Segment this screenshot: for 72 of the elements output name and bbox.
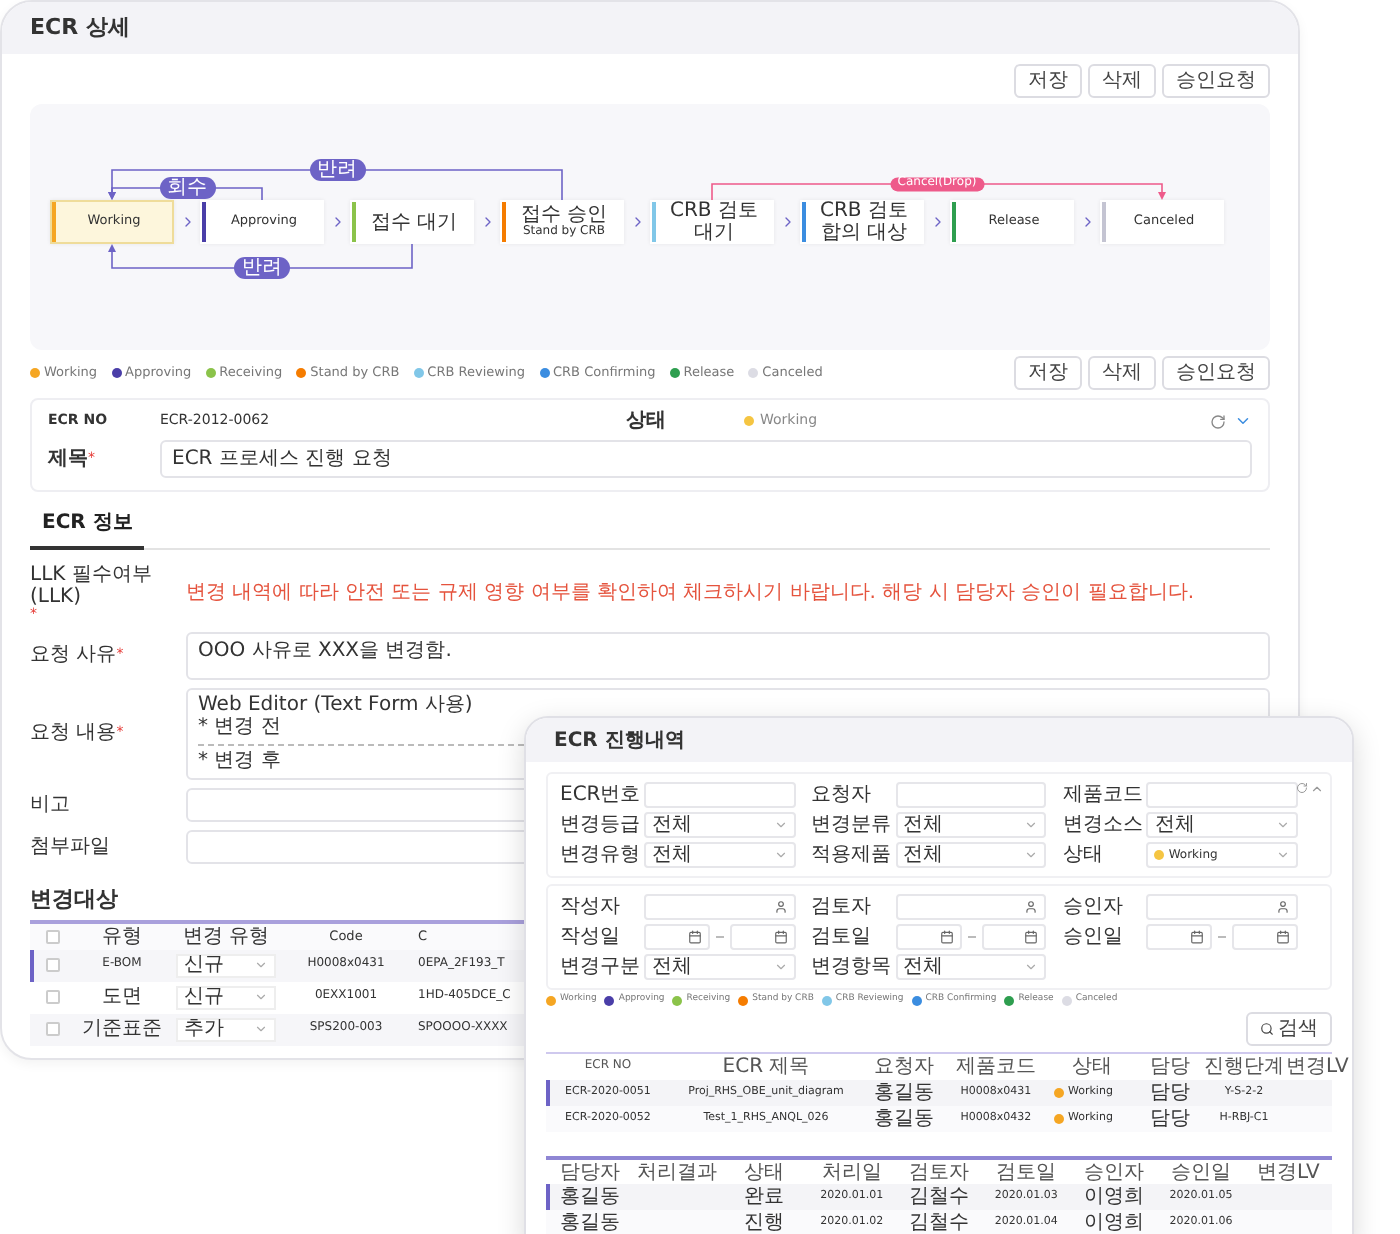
filter-label: 변경유형 — [560, 844, 640, 866]
filter-label: 변경항목 — [811, 956, 892, 978]
filter-label: 작성일 — [560, 926, 620, 948]
column-header: 처리결과 — [636, 1161, 717, 1183]
column-header: ECR 제목 — [722, 1056, 810, 1078]
field-label: 첨부파일 — [30, 835, 110, 858]
table-cell: 완료 — [744, 1186, 785, 1208]
filter-label: 검토자 — [811, 896, 872, 918]
table-cell: 도면 — [102, 986, 142, 1009]
filter-label: 검토일 — [811, 926, 872, 948]
link-label: 반려 — [309, 159, 365, 181]
column-header: 상태 — [1072, 1056, 1112, 1078]
filter-label: 변경소스 — [1062, 814, 1143, 836]
window-title: ECR 진행내역 — [554, 729, 685, 751]
node-label: 접수 대기 — [370, 211, 458, 233]
field-label: 상태 — [626, 410, 666, 432]
field-label: 제목 — [48, 448, 88, 470]
filter-label: 상태 — [1062, 844, 1103, 866]
table-cell: 담당 — [1150, 1108, 1190, 1130]
link-label: 반려 — [234, 257, 290, 279]
table-cell: 기준표준 — [82, 1018, 162, 1041]
column-header: 변경LV — [1257, 1161, 1320, 1183]
editor-line: Web Editor (Text Form 사용) — [198, 695, 473, 716]
column-header: 승인자 — [1083, 1161, 1144, 1183]
column-header: 변경 유형 — [182, 925, 270, 948]
filter-label: 작성자 — [560, 896, 620, 918]
filter-label: 변경등급 — [560, 814, 640, 836]
column-header: 담당자 — [559, 1161, 620, 1183]
column-header: 승인일 — [1170, 1161, 1231, 1183]
column-header: 유형 — [102, 925, 142, 948]
column-header: 처리일 — [821, 1161, 882, 1183]
filter-label: ECR번호 — [560, 784, 641, 806]
node-label: 접수 승인 — [520, 204, 608, 227]
table-cell: 이영희 — [1083, 1186, 1144, 1208]
warning-note: 변경 내역에 따라 안전 또는 규제 영향 여부를 확인하여 체크하시기 바랍니다. 해당 시 담당자 승인이 필요합니다. — [186, 582, 1197, 605]
field-label: 요청 내용 — [30, 722, 117, 745]
column-header: 요청자 — [874, 1056, 934, 1078]
filter-label: 변경분류 — [811, 814, 892, 836]
table-cell: 홍길동 — [559, 1186, 620, 1208]
table-cell: 담당 — [1150, 1082, 1190, 1104]
window-title: ECR 상세 — [30, 15, 130, 41]
column-header: 변경LV — [1286, 1056, 1349, 1078]
column-header: 담당 — [1150, 1056, 1190, 1078]
editor-line: * 변경 전 — [198, 717, 281, 738]
filter-label: 제품코드 — [1062, 784, 1143, 806]
table-cell: 이영희 — [1083, 1212, 1144, 1234]
field-value: OOO 사유로 XXX을 변경함. — [198, 639, 454, 662]
table-cell: 김철수 — [908, 1212, 969, 1234]
filter-label: 요청자 — [811, 784, 872, 806]
filter-label: 승인자 — [1062, 896, 1123, 918]
column-header: 검토일 — [996, 1161, 1057, 1183]
column-header: 검토자 — [908, 1161, 969, 1183]
column-header: 상태 — [744, 1161, 785, 1183]
table-cell: 홍길동 — [874, 1108, 934, 1130]
link-label: 회수 — [159, 177, 215, 199]
table-cell: 김철수 — [908, 1186, 969, 1208]
node-label: CRB 검토 합의 대상 — [818, 200, 910, 244]
filter-label: 승인일 — [1062, 926, 1123, 948]
filter-label: 적용제품 — [811, 844, 892, 866]
column-header: 진행단계 — [1204, 1056, 1284, 1078]
field-label: 비고 — [30, 793, 70, 816]
editor-line: * 변경 후 — [198, 751, 281, 772]
field-label: LLK 필수여부 (LLK) — [30, 564, 154, 608]
column-header: 제품코드 — [956, 1056, 1036, 1078]
field-label: 요청 사유 — [30, 644, 117, 667]
table-cell: 홍길동 — [874, 1082, 934, 1104]
table-cell: 진행 — [744, 1212, 785, 1234]
filter-label: 변경구분 — [560, 956, 640, 978]
node-label: CRB 검토 대기 — [668, 200, 760, 244]
field-value: ECR 프로세스 진행 요청 — [172, 448, 394, 470]
section-title: 변경대상 — [30, 885, 118, 912]
table-cell: 홍길동 — [559, 1212, 620, 1234]
